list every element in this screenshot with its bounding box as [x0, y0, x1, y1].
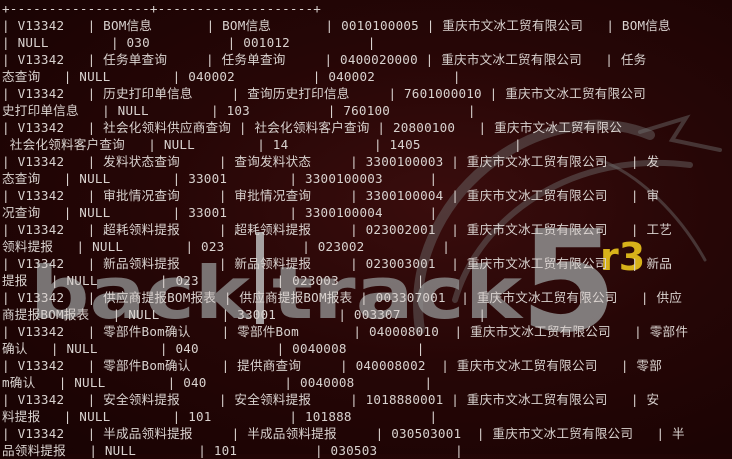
terminal-output-line: 况查询 | NULL | 33001 | 3300100004 |	[2, 205, 438, 220]
terminal-output-line: 确认 | NULL | 040 | 0040008 |	[2, 341, 425, 356]
terminal-output-line: 料提报 | NULL | 101 | 101888 |	[2, 409, 438, 424]
terminal-output-line: | V13342 | 审批情况查询 | 审批情况查询 | 3300100004 …	[2, 188, 660, 203]
terminal-output-line: 史打印单信息 | NULL | 103 | 760100 |	[2, 103, 476, 118]
terminal-output-line: 品领料提报 | NULL | 101 | 030503 |	[2, 443, 463, 458]
terminal-output-line: 态查询 | NULL | 040002 | 040002 |	[2, 69, 461, 84]
terminal-output-line: | V13342 | 任务单查询 | 任务单查询 | 0400020000 | …	[2, 52, 647, 67]
terminal-output-line: 提报 | NULL | 023 | 023003 |	[2, 273, 425, 288]
terminal-output-line: +------------------+--------------------…	[2, 1, 322, 16]
terminal-window[interactable]: +------------------+--------------------…	[0, 0, 732, 458]
terminal-output-line: 领料提报 | NULL | 023 | 023002 |	[2, 239, 451, 254]
terminal-output-line: 态查询 | NULL | 33001 | 3300100003 |	[2, 171, 438, 186]
terminal-output-line: | V13342 | 零部件Bom确认 | 零部件Bom | 040008010…	[2, 324, 689, 339]
terminal-output-line: | V13342 | 发料状态查询 | 查询发料状态 | 3300100003 …	[2, 154, 660, 169]
terminal-output-line: | NULL | 030 | 001012 |	[2, 35, 376, 50]
terminal-output-line: | V13342 | 超耗领料提报 | 超耗领料提报 | 023002001 |…	[2, 222, 673, 237]
terminal-output-line: | V13342 | 半成品领料提报 | 半成品领料提报 | 030503001…	[2, 426, 685, 441]
terminal-output-line: | V13342 | 零部件Bom确认 | 提供商查询 | 040008002 …	[2, 358, 663, 373]
terminal-output-line: 社会化领料客户查询 | NULL | 14 | 1405 |	[2, 137, 522, 152]
terminal-output-line: | V13342 | 新品领料提报 | 新品领料提报 | 023003001 |…	[2, 256, 673, 271]
terminal-output-line: | V13342 | 安全领料提报 | 安全领料提报 | 1018880001 …	[2, 392, 660, 407]
terminal-output-line: | V13342 | BOM信息 | BOM信息 | 0010100005 | …	[2, 18, 671, 33]
terminal-output-line: | V13342 | 供应商提报BOM报表 | 供应商提报BOM报表 | 003…	[2, 290, 683, 305]
terminal-output-line: 商提报BOM报表 | NULL | 33001 | 003307 |	[2, 307, 487, 322]
terminal-output-line: | V13342 | 历史打印单信息 | 查询历史打印信息 | 76010000…	[2, 86, 646, 101]
terminal-output-line: m确认 | NULL | 040 | 0040008 |	[2, 375, 433, 390]
terminal-output-line: | V13342 | 社会化领料供应商查询 | 社会化领料客户查询 | 2080…	[2, 120, 623, 135]
